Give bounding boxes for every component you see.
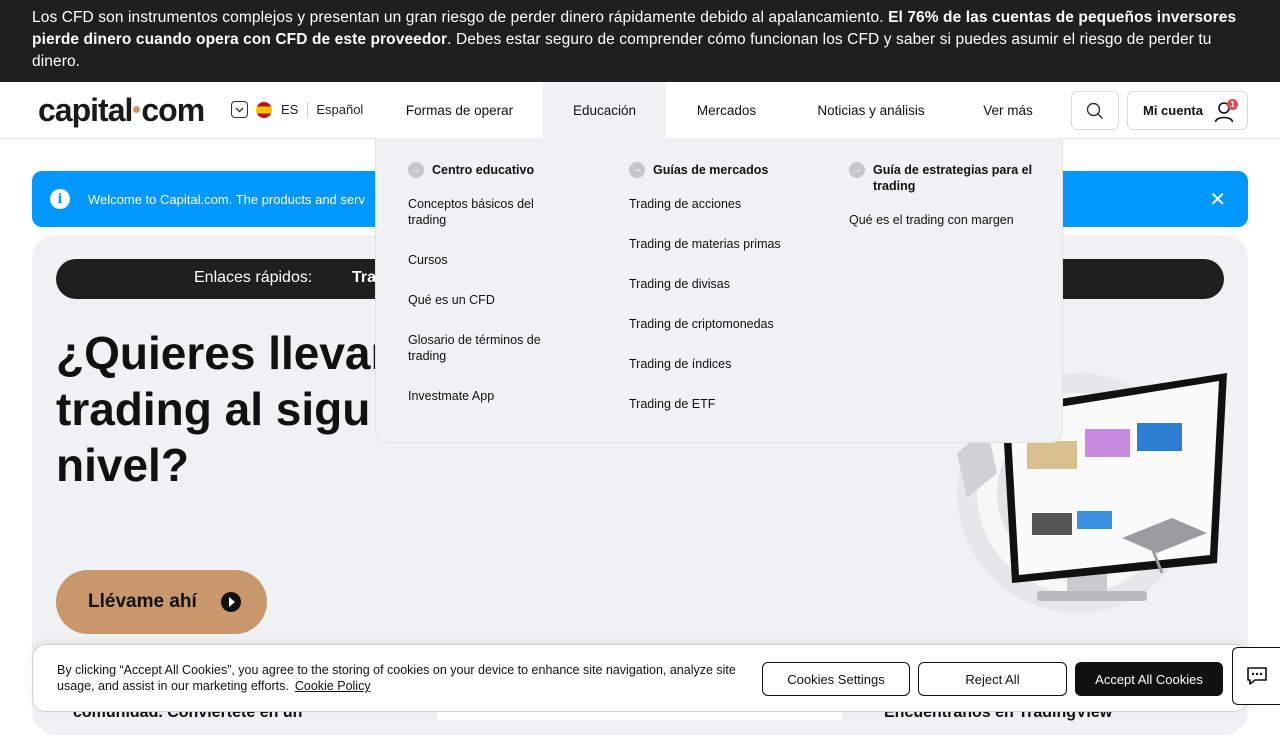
reject-all-button[interactable]: Reject All — [918, 662, 1067, 696]
menu-item[interactable]: Qué es el trading con margen — [849, 212, 1034, 228]
cookies-settings-button[interactable]: Cookies Settings — [762, 662, 910, 696]
nav-formas-de-operar[interactable]: Formas de operar — [376, 82, 543, 138]
capital-logo[interactable]: capital com — [38, 92, 205, 129]
menu-item[interactable]: Cursos — [408, 252, 598, 268]
menu-column-centro-educativo: → Centro educativo Conceptos básicos del … — [408, 162, 598, 428]
arrow-right-icon: → — [849, 162, 865, 178]
banner-text: Welcome to Capital.com. The products and… — [88, 191, 365, 207]
language-code: ES — [281, 102, 299, 117]
nav-noticias-y-analisis[interactable]: Noticias y análisis — [787, 82, 955, 138]
chevron-down-icon[interactable] — [231, 101, 248, 118]
accept-all-cookies-button[interactable]: Accept All Cookies — [1075, 662, 1223, 696]
arrow-right-icon: → — [629, 162, 645, 178]
menu-item[interactable]: Trading de acciones — [629, 196, 819, 212]
cookie-consent-bar: By clicking “Accept All Cookies”, you ag… — [32, 644, 1248, 712]
menu-item[interactable]: Investmate App — [408, 388, 598, 404]
quick-links-label: Enlaces rápidos: — [194, 269, 313, 286]
menu-item[interactable]: Glosario de términos de trading — [408, 332, 558, 364]
education-mega-menu: → Centro educativo Conceptos básicos del … — [375, 138, 1063, 443]
info-icon: i — [50, 189, 70, 209]
nav-ver-mas[interactable]: Ver más — [955, 82, 1061, 138]
logo-dot — [133, 105, 141, 113]
site-header: capital com ES Español Formas de operar E… — [0, 82, 1280, 139]
menu-heading[interactable]: → Centro educativo — [408, 162, 598, 178]
menu-heading[interactable]: → Guía de estrategias para el trading — [849, 162, 1034, 194]
search-icon — [1086, 102, 1103, 119]
menu-column-guias-de-mercados: → Guías de mercados Trading de acciones T… — [629, 162, 819, 436]
cta-label: Llévame ahí — [88, 591, 197, 612]
cookie-message: By clicking “Accept All Cookies”, you ag… — [57, 663, 736, 693]
menu-heading-label: Guías de mercados — [653, 163, 769, 177]
search-button[interactable] — [1071, 91, 1119, 130]
menu-item[interactable]: Trading de criptomonedas — [629, 316, 819, 332]
nav-educacion[interactable]: Educación — [543, 82, 666, 138]
menu-item[interactable]: Trading de divisas — [629, 276, 819, 292]
cookie-policy-link[interactable]: Cookie Policy — [295, 679, 371, 693]
divider — [307, 101, 309, 118]
menu-item[interactable]: Qué es un CFD — [408, 292, 598, 308]
take-me-there-button[interactable]: Llévame ahí — [56, 570, 267, 634]
cookie-text: By clicking “Accept All Cookies”, you ag… — [57, 662, 737, 694]
menu-item[interactable]: Trading de índices — [629, 356, 819, 372]
menu-item[interactable]: Trading de materias primas — [629, 236, 819, 252]
menu-heading[interactable]: → Guías de mercados — [629, 162, 819, 178]
logo-text-right: com — [141, 92, 205, 128]
menu-heading-label: Centro educativo — [432, 163, 535, 177]
hero-title-line: ¿Quieres llevar — [56, 327, 389, 379]
language-selector[interactable]: ES Español — [231, 101, 363, 118]
quick-link[interactable]: Tra — [352, 269, 376, 287]
close-icon[interactable]: ✕ — [1209, 187, 1226, 212]
notification-badge: 1 — [1227, 99, 1238, 110]
menu-item[interactable]: Trading de ETF — [629, 396, 819, 412]
menu-item[interactable]: Conceptos básicos del trading — [408, 196, 558, 228]
nav-mercados[interactable]: Mercados — [666, 82, 787, 138]
arrow-right-icon: → — [408, 162, 424, 178]
language-name: Español — [316, 102, 364, 117]
hero-title-line: trading al sigu — [56, 383, 371, 435]
menu-column-estrategias: → Guía de estrategias para el trading Qué… — [849, 162, 1034, 252]
chat-button[interactable] — [1232, 647, 1280, 705]
account-label: Mi cuenta — [1143, 103, 1203, 118]
hero-title-line: nivel? — [56, 439, 189, 491]
risk-warning-text: Los CFD son instrumentos complejos y pre… — [32, 9, 889, 26]
chat-icon — [1246, 667, 1267, 685]
risk-warning-bar: Los CFD son instrumentos complejos y pre… — [0, 0, 1280, 82]
my-account-button[interactable]: Mi cuenta 1 — [1127, 91, 1248, 130]
play-icon — [221, 592, 241, 612]
logo-text-left: capital — [38, 92, 133, 128]
menu-heading-label: Guía de estrategias para el trading — [873, 163, 1033, 193]
spain-flag-icon — [256, 101, 272, 118]
